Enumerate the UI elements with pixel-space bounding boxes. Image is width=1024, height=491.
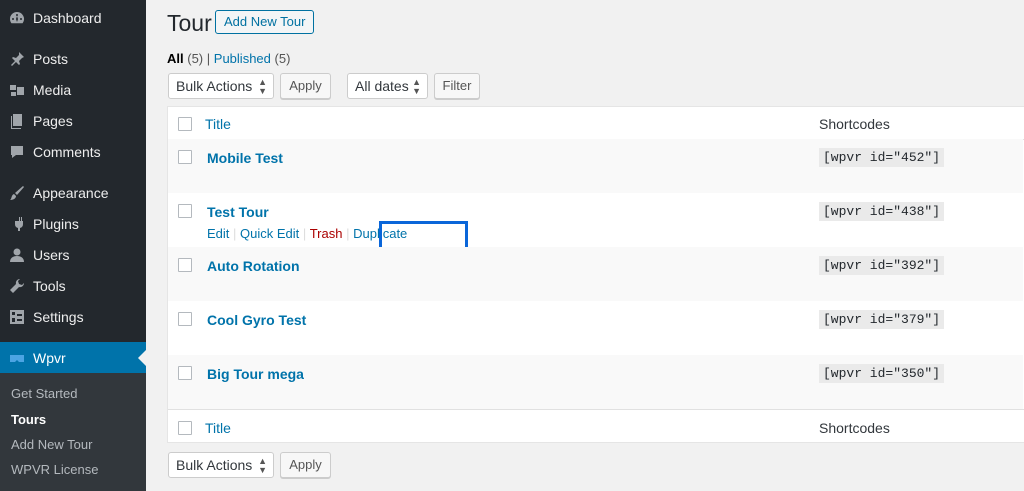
menu-pages[interactable]: Pages bbox=[0, 105, 146, 136]
row-shortcode: [wpvr id="350"] bbox=[819, 364, 945, 383]
menu-posts[interactable]: Posts bbox=[0, 43, 146, 74]
duplicate-highlight-box bbox=[379, 221, 468, 250]
view-all-link[interactable]: All bbox=[167, 51, 184, 66]
menu-users[interactable]: Users bbox=[0, 239, 146, 270]
table-row: Big Tour mega [wpvr id="350"] bbox=[168, 355, 1023, 409]
comments-icon bbox=[9, 144, 25, 160]
action-separator: | bbox=[302, 226, 307, 241]
add-new-tour-button[interactable]: Add New Tour bbox=[215, 10, 315, 34]
trash-link[interactable]: Trash bbox=[310, 226, 343, 241]
row-checkbox[interactable] bbox=[178, 150, 192, 164]
row-shortcode: [wpvr id="438"] bbox=[819, 202, 945, 221]
row-title-link[interactable]: Test Tour bbox=[207, 204, 269, 220]
apply-button-bottom[interactable]: Apply bbox=[280, 452, 331, 478]
settings-icon bbox=[9, 309, 25, 325]
menu-label: Settings bbox=[33, 308, 84, 325]
row-title-link[interactable]: Auto Rotation bbox=[207, 258, 300, 274]
page-title: Tour bbox=[167, 10, 212, 36]
menu-label: Comments bbox=[33, 143, 101, 160]
row-checkbox[interactable] bbox=[178, 312, 192, 326]
view-published-link[interactable]: Published bbox=[214, 51, 271, 66]
menu-label: Tools bbox=[33, 277, 66, 294]
filter-button[interactable]: Filter bbox=[434, 73, 480, 99]
select-all-checkbox-footer[interactable] bbox=[178, 421, 192, 435]
table-row: Mobile Test [wpvr id="452"] bbox=[168, 139, 1023, 193]
menu-tools[interactable]: Tools bbox=[0, 270, 146, 301]
table-row: Cool Gyro Test [wpvr id="379"] bbox=[168, 301, 1023, 355]
menu-label: Users bbox=[33, 246, 70, 263]
pin-icon bbox=[9, 51, 25, 67]
wrench-icon bbox=[9, 278, 25, 294]
date-filter-select[interactable]: All dates ▲ ▼ bbox=[347, 73, 428, 99]
submenu-tours[interactable]: Tours bbox=[11, 412, 46, 427]
menu-label: Posts bbox=[33, 50, 69, 67]
pages-icon bbox=[9, 113, 25, 129]
brush-icon bbox=[9, 185, 25, 201]
row-checkbox[interactable] bbox=[178, 366, 192, 380]
menu-label: Pages bbox=[33, 112, 73, 129]
row-title-link[interactable]: Mobile Test bbox=[207, 150, 283, 166]
bulk-actions-select-bottom[interactable]: Bulk Actions ▲ ▼ bbox=[168, 452, 274, 478]
column-title-sort[interactable]: Title bbox=[205, 116, 231, 132]
row-shortcode: [wpvr id="379"] bbox=[819, 310, 945, 329]
view-all-count: (5) bbox=[187, 51, 204, 66]
menu-label: Appearance bbox=[33, 184, 109, 201]
view-published-count: (5) bbox=[274, 51, 291, 66]
select-arrows-icon: ▲ ▼ bbox=[258, 456, 267, 475]
row-checkbox[interactable] bbox=[178, 258, 192, 272]
media-icon bbox=[9, 82, 25, 98]
column-title-sort-footer[interactable]: Title bbox=[205, 420, 231, 436]
table-footer: Title Shortcodes bbox=[168, 409, 1024, 442]
menu-dashboard[interactable]: Dashboard bbox=[0, 2, 146, 33]
submenu-add-new-tour[interactable]: Add New Tour bbox=[11, 437, 92, 452]
plugin-icon bbox=[9, 216, 25, 232]
menu-plugins[interactable]: Plugins bbox=[0, 208, 146, 239]
dashboard-icon bbox=[9, 10, 25, 26]
view-separator: | bbox=[206, 51, 211, 66]
date-filter-value: All dates bbox=[355, 78, 409, 94]
menu-label: Media bbox=[33, 81, 72, 98]
bulk-actions-select[interactable]: Bulk Actions ▲ ▼ bbox=[168, 73, 274, 99]
bulk-actions-value: Bulk Actions bbox=[176, 78, 253, 94]
menu-appearance[interactable]: Appearance bbox=[0, 177, 146, 208]
action-separator: | bbox=[346, 226, 350, 241]
menu-label: Wpvr bbox=[33, 349, 66, 366]
wpvr-icon bbox=[9, 350, 25, 366]
row-actions: Edit | Quick Edit | Trash | Duplicate bbox=[207, 221, 468, 250]
bulk-actions-value: Bulk Actions bbox=[176, 457, 253, 473]
column-shortcodes-footer: Shortcodes bbox=[819, 420, 890, 436]
row-checkbox[interactable] bbox=[178, 204, 192, 218]
row-shortcode: [wpvr id="452"] bbox=[819, 148, 945, 167]
quick-edit-link[interactable]: Quick Edit bbox=[240, 226, 299, 241]
menu-label: Dashboard bbox=[33, 9, 102, 26]
active-arrow bbox=[138, 350, 146, 366]
submenu-wpvr-license[interactable]: WPVR License bbox=[11, 462, 98, 477]
row-shortcode: [wpvr id="392"] bbox=[819, 256, 945, 275]
submenu-get-started[interactable]: Get Started bbox=[11, 386, 77, 401]
post-status-views: All (5) | Published (5) bbox=[167, 51, 290, 66]
table-row: Auto Rotation [wpvr id="392"] bbox=[168, 247, 1023, 301]
table-header: Title Shortcodes bbox=[168, 107, 1024, 140]
menu-label: Plugins bbox=[33, 215, 79, 232]
table-row: Test Tour [wpvr id="438"] Edit | Quick E… bbox=[168, 193, 1023, 250]
row-title-link[interactable]: Cool Gyro Test bbox=[207, 312, 306, 328]
menu-wpvr[interactable]: Wpvr bbox=[0, 342, 146, 373]
select-all-checkbox[interactable] bbox=[178, 117, 192, 131]
menu-settings[interactable]: Settings bbox=[0, 301, 146, 332]
apply-button[interactable]: Apply bbox=[280, 73, 331, 99]
column-shortcodes: Shortcodes bbox=[819, 116, 890, 132]
wpvr-submenu: Get Started Tours Add New Tour WPVR Lice… bbox=[0, 373, 146, 491]
select-arrows-icon: ▲ ▼ bbox=[412, 77, 421, 96]
menu-comments[interactable]: Comments bbox=[0, 136, 146, 167]
select-arrows-icon: ▲ ▼ bbox=[258, 77, 267, 96]
menu-media[interactable]: Media bbox=[0, 74, 146, 105]
users-icon bbox=[9, 247, 25, 263]
edit-link[interactable]: Edit bbox=[207, 226, 229, 241]
action-separator: | bbox=[233, 226, 237, 241]
tours-table: Title Shortcodes Mobile Test [wpvr id="4… bbox=[167, 106, 1024, 443]
row-title-link[interactable]: Big Tour mega bbox=[207, 366, 304, 382]
admin-sidebar: Dashboard Posts Media Pages Comments App… bbox=[0, 0, 146, 491]
